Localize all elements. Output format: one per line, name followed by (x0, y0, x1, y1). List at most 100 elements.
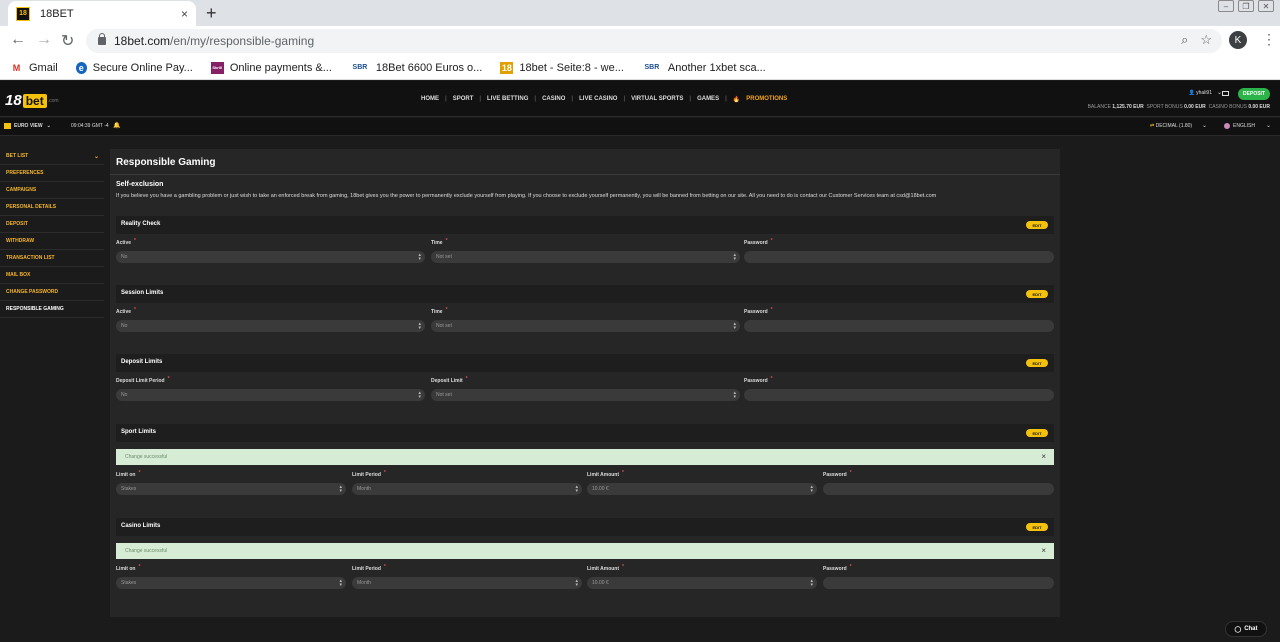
close-window-icon[interactable]: ✕ (1258, 0, 1274, 12)
fire-icon: 🔥 (732, 97, 741, 103)
field-label: Password * (744, 307, 773, 315)
odds-format-select[interactable]: ⇄ DECIMAL (1.80) (1150, 123, 1192, 129)
sidebar-item-responsible-gaming[interactable]: RESPONSIBLE GAMING (0, 301, 104, 318)
sidebar-item-campaigns[interactable]: CAMPAIGNS (0, 182, 104, 199)
sidebar-item-bet-list[interactable]: BET LIST ⌄ (0, 148, 104, 165)
field-label: Limit on * (116, 564, 141, 572)
edit-button[interactable]: EDIT (1026, 523, 1048, 531)
time-select[interactable]: Not set ▴ ▾ (431, 251, 740, 263)
section-title: Deposit Limits (121, 359, 163, 365)
edit-button[interactable]: EDIT (1026, 290, 1048, 298)
password-input[interactable] (744, 389, 1054, 401)
site-logo[interactable]: 18 bet .com (5, 92, 59, 109)
browser-tab-strip: 18 18BET × + – ❐ ✕ (0, 0, 1280, 26)
select-arrows-icon: ▴ ▾ (733, 390, 736, 400)
edit-button[interactable]: EDIT (1026, 429, 1048, 437)
select-arrows-icon: ▴ ▾ (733, 252, 736, 262)
section-title: Sport Limits (121, 429, 157, 435)
sub-header: EURO VIEW ⌄ 09:04:39 GMT -4 🔔 ⇄ DECIMAL … (0, 118, 1280, 136)
tab-close-icon[interactable]: × (181, 7, 188, 21)
time-select[interactable]: Not set ▴ ▾ (431, 320, 740, 332)
address-bar[interactable]: 18bet.com /en/my/responsible-gaming ⌕ ☆ (86, 29, 1222, 53)
bookmark-secure-pay[interactable]: e Secure Online Pay... (75, 61, 193, 74)
select-arrows-icon: ▴ ▾ (418, 390, 421, 400)
profile-avatar[interactable]: K (1229, 31, 1247, 49)
limit-amount-select[interactable]: 10.00 € ▴ ▾ (587, 483, 817, 495)
success-message: Change successful (125, 454, 168, 460)
field-label: Password * (744, 238, 773, 246)
password-input[interactable] (823, 577, 1054, 589)
field-label: Password * (823, 564, 852, 572)
browser-menu-icon[interactable]: ⋮ (1262, 31, 1276, 48)
nav-games[interactable]: GAMES (697, 96, 719, 103)
section-header: Deposit Limits EDIT (116, 354, 1054, 372)
nav-promotions[interactable]: PROMOTIONS (746, 96, 787, 103)
active-select[interactable]: No ▴ ▾ (116, 320, 425, 332)
section-header: Session Limits EDIT (116, 285, 1054, 303)
deposit-limit-select[interactable]: Not set ▴ ▾ (431, 389, 740, 401)
limit-period-select[interactable]: Month ▴ ▾ (352, 577, 582, 589)
select-arrows-icon: ▴ ▾ (418, 252, 421, 262)
sidebar-item-preferences[interactable]: PREFERENCES (0, 165, 104, 182)
deposit-button[interactable]: DEPOSIT (1238, 88, 1270, 100)
password-input[interactable] (823, 483, 1054, 495)
sidebar-item-deposit[interactable]: DEPOSIT (0, 216, 104, 233)
success-alert: Change successful × (116, 543, 1054, 559)
new-tab-button[interactable]: + (206, 3, 217, 24)
bookmark-skrill[interactable]: Skrill Online payments &... (210, 61, 332, 74)
zoom-icon[interactable]: ⌕ (1181, 32, 1188, 48)
forward-arrow-icon[interactable]: → (36, 31, 52, 49)
nav-casino[interactable]: CASINO (542, 96, 565, 103)
skrill-icon: Skrill (210, 61, 224, 74)
edit-button[interactable]: EDIT (1026, 359, 1048, 367)
euro-view-toggle[interactable]: EURO VIEW ⌄ (4, 123, 51, 129)
password-input[interactable] (744, 251, 1054, 263)
sidebar-item-mail-box[interactable]: MAIL BOX (0, 267, 104, 284)
url-host: 18bet.com (114, 34, 171, 48)
deposit-period-select[interactable]: No ▴ ▾ (116, 389, 425, 401)
reload-icon[interactable]: ↻ (61, 31, 74, 51)
lock-icon (98, 33, 106, 45)
limit-on-select[interactable]: Stakes ▴ ▾ (116, 483, 346, 495)
browser-tab[interactable]: 18 18BET × (8, 1, 196, 26)
limit-amount-select[interactable]: 10.00 € ▴ ▾ (587, 577, 817, 589)
username[interactable]: 👤 yhali91 (1189, 90, 1212, 96)
language-select[interactable]: ENGLISH (1224, 123, 1255, 129)
back-arrow-icon[interactable]: ← (10, 31, 26, 49)
nav-live-betting[interactable]: LIVE BETTING (487, 96, 528, 103)
nav-virtual-sports[interactable]: VIRTUAL SPORTS (631, 96, 683, 103)
restore-icon[interactable]: ❐ (1238, 0, 1254, 12)
password-input[interactable] (744, 320, 1054, 332)
mail-icon[interactable] (1222, 91, 1229, 96)
sbr-icon: SBR (644, 64, 660, 71)
bookmark-star-icon[interactable]: ☆ (1200, 32, 1212, 48)
nav-live-casino[interactable]: LIVE CASINO (579, 96, 617, 103)
close-icon[interactable]: × (1041, 546, 1046, 555)
edit-button[interactable]: EDIT (1026, 221, 1048, 229)
account-area: 👤 yhali91 ⌄ DEPOSIT BALANCE 1,125.70 EUR… (1080, 88, 1270, 112)
bell-icon[interactable]: 🔔 (113, 122, 120, 129)
sidebar-item-personal-details[interactable]: PERSONAL DETAILS (0, 199, 104, 216)
bookmark-sbr-1[interactable]: SBR 18Bet 6600 Euros o... (350, 62, 483, 74)
limit-on-select[interactable]: Stakes ▴ ▾ (116, 577, 346, 589)
bookmarks-bar: M Gmail e Secure Online Pay... Skrill On… (0, 56, 1280, 80)
nav-sport[interactable]: SPORT (453, 96, 474, 103)
chevron-down-icon[interactable]: ⌄ (1202, 122, 1207, 129)
chevron-down-icon[interactable]: ⌄ (1266, 122, 1271, 129)
nav-home[interactable]: HOME (421, 96, 439, 103)
bookmark-sbr-2[interactable]: SBR Another 1xbet sca... (642, 62, 766, 74)
bookmark-label: 18bet - Seite:8 - we... (519, 61, 624, 74)
limit-period-select[interactable]: Month ▴ ▾ (352, 483, 582, 495)
sidebar-item-withdraw[interactable]: WITHDRAW (0, 233, 104, 250)
minimize-icon[interactable]: – (1218, 0, 1234, 12)
success-alert: Change successful × (116, 449, 1054, 465)
18bet-icon: 18 (500, 61, 514, 74)
field-label: Deposit Limit Period * (116, 376, 170, 384)
active-select[interactable]: No ▴ ▾ (116, 251, 425, 263)
close-icon[interactable]: × (1041, 452, 1046, 461)
sidebar-item-change-password[interactable]: CHANGE PASSWORD (0, 284, 104, 301)
bookmark-18bet[interactable]: 18 18bet - Seite:8 - we... (500, 61, 624, 74)
bookmark-gmail[interactable]: M Gmail (10, 62, 58, 74)
chat-button[interactable]: ◯ Chat (1225, 621, 1267, 637)
sidebar-item-transaction-list[interactable]: TRANSACTION LIST (0, 250, 104, 267)
